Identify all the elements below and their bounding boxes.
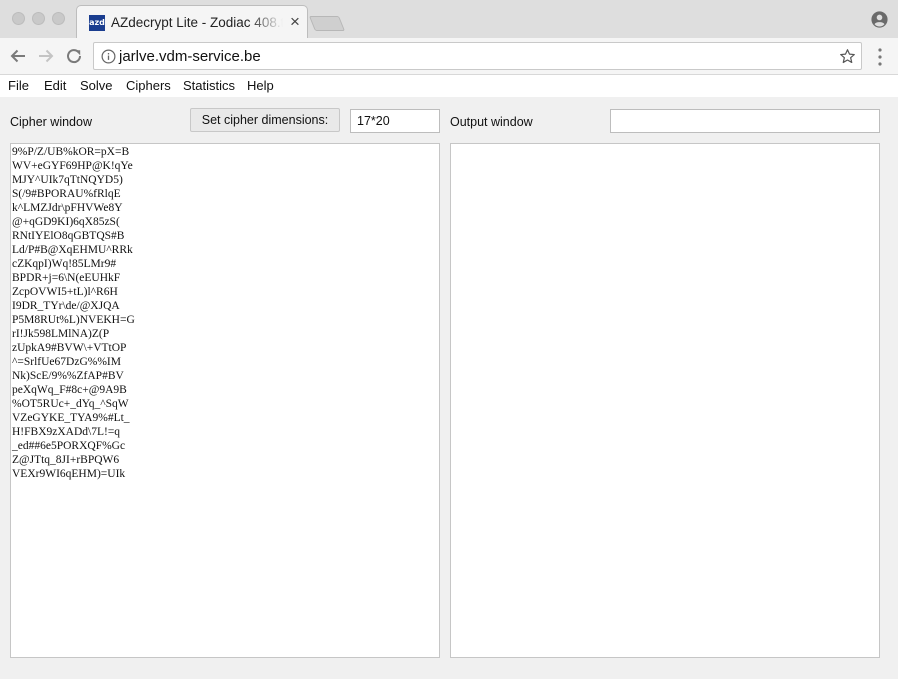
cipher-line: %OT5RUc+_dYq_^SqW	[12, 398, 129, 410]
browser-titlebar: azd AZdecrypt Lite - Zodiac 408.txt ×	[0, 0, 898, 39]
cipher-line: @+qGD9KI)6qX85zS(	[12, 216, 120, 228]
menu-statistics[interactable]: Statistics	[183, 78, 235, 93]
menu-help[interactable]: Help	[247, 78, 274, 93]
cipher-line: P5M8RUt%L)NVEKH=G	[12, 314, 135, 326]
set-cipher-dimensions-button[interactable]: Set cipher dimensions:	[190, 108, 340, 132]
cipher-line: S(/9#BPORAU%fRlqE	[12, 188, 121, 200]
cipher-line: RNtIYElO8qGBTQS#B	[12, 230, 125, 242]
cipher-line: H!FBX9zXADd\7L!=q	[12, 426, 121, 438]
cipher-line: Nk)ScE/9%%ZfAP#BV	[12, 370, 124, 382]
menu-edit[interactable]: Edit	[44, 78, 66, 93]
cipher-line: cZKqpI)Wq!85LMr9#	[12, 258, 117, 270]
forward-arrow-icon[interactable]	[35, 45, 57, 67]
cipher-line: ZcpOVWI5+tL)l^R6H	[12, 286, 118, 298]
cipher-window-textarea[interactable]: 9%P/Z/UB%kOR=pX=B WV+eGYF69HP@K!qYe MJY^UI…	[10, 143, 440, 658]
info-icon[interactable]	[101, 49, 116, 64]
cipher-line: rI!Jk598LMlNA)Z(P	[12, 328, 110, 340]
reload-icon[interactable]	[63, 45, 85, 67]
cipher-line: BPDR+j=6\N(eEUHkF	[12, 272, 121, 284]
window-close-button[interactable]	[12, 12, 25, 25]
cipher-line: _ed##6e5PORXQF%Gc	[12, 440, 126, 452]
window-minimize-button[interactable]	[32, 12, 45, 25]
account-icon[interactable]	[871, 11, 888, 28]
tab-title: AZdecrypt Lite - Zodiac 408.txt	[111, 15, 283, 30]
address-bar[interactable]: jarlve.vdm-service.be	[93, 42, 862, 70]
url-text[interactable]: jarlve.vdm-service.be	[119, 48, 261, 65]
cipher-line: zUpkA9#BVW\+VTtOP	[12, 342, 127, 354]
new-tab-button[interactable]	[308, 16, 346, 31]
star-icon[interactable]	[839, 48, 856, 65]
menu-ciphers[interactable]: Ciphers	[126, 78, 171, 93]
cipher-line: ^=SrlfUe67DzG%%IM	[12, 356, 121, 368]
browser-tab-active[interactable]: azd AZdecrypt Lite - Zodiac 408.txt ×	[76, 5, 308, 39]
output-window-label: Output window	[450, 115, 533, 129]
cipher-line: Z@JTtq_8JI+rBPQW6	[12, 454, 120, 466]
cipher-line: peXqWq_F#8c+@9A9B	[12, 384, 127, 396]
app-menubar: File Edit Solve Ciphers Statistics Help	[0, 75, 898, 97]
browser-toolbar: jarlve.vdm-service.be	[0, 38, 898, 75]
cipher-line: VEXr9WI6qEHM)=UIk	[12, 468, 126, 480]
tab-favicon: azd	[89, 15, 105, 31]
cipher-line: WV+eGYF69HP@K!qYe	[12, 160, 133, 172]
cipher-dimensions-input[interactable]: 17*20	[350, 109, 440, 133]
menu-kebab-icon[interactable]	[873, 47, 887, 67]
cipher-window-label: Cipher window	[10, 115, 92, 129]
cipher-line: I9DR_TYr\de/@XJQA	[12, 300, 120, 312]
back-arrow-icon[interactable]	[7, 45, 29, 67]
menu-file[interactable]: File	[8, 78, 29, 93]
cipher-line: k^LMZJdr\pFHVWe8Y	[12, 202, 123, 214]
cipher-line: 9%P/Z/UB%kOR=pX=B	[12, 146, 130, 158]
cipher-line: Ld/P#B@XqEHMU^RRk	[12, 244, 133, 256]
cipher-text: 9%P/Z/UB%kOR=pX=B WV+eGYF69HP@K!qYe MJY^UI…	[12, 145, 135, 481]
output-field[interactable]	[610, 109, 880, 133]
window-zoom-button[interactable]	[52, 12, 65, 25]
menu-solve[interactable]: Solve	[80, 78, 113, 93]
output-window-textarea[interactable]	[450, 143, 880, 658]
cipher-line: MJY^UIk7qTtNQYD5)	[12, 174, 123, 186]
cipher-line: VZeGYKE_TYA9%#Lt_	[12, 412, 130, 424]
tab-close-icon[interactable]: ×	[286, 12, 304, 32]
